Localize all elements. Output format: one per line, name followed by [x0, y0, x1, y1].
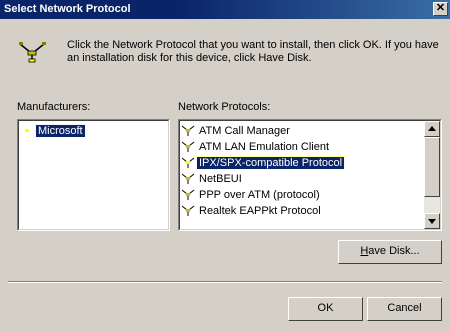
protocol-label: ATM Call Manager — [199, 125, 290, 137]
protocol-label: ATM LAN Emulation Client — [199, 141, 330, 153]
scroll-thumb[interactable] — [424, 137, 440, 197]
protocol-item[interactable]: ATM Call Manager — [182, 123, 292, 139]
protocol-item[interactable]: Realtek EAPPkt Protocol — [182, 203, 323, 219]
arrow-down-icon — [428, 219, 436, 224]
title-bar[interactable]: Select Network Protocol ✕ — [0, 0, 450, 19]
protocol-item[interactable]: ATM LAN Emulation Client — [182, 139, 331, 155]
manufacturers-listbox[interactable]: Microsoft — [17, 119, 170, 231]
instruction-text: Click the Network Protocol that you want… — [67, 39, 439, 64]
protocol-label: NetBEUI — [199, 173, 242, 185]
protocols-scrollbar[interactable] — [424, 121, 440, 229]
manufacturer-item-microsoft[interactable]: Microsoft — [21, 123, 86, 139]
protocol-item[interactable]: NetBEUI — [182, 171, 244, 187]
close-button[interactable]: ✕ — [433, 2, 448, 16]
have-disk-button[interactable]: Have Disk... — [338, 240, 442, 264]
protocol-label: Realtek EAPPkt Protocol — [199, 205, 321, 217]
network-protocols-label: Network Protocols: — [178, 101, 271, 113]
protocol-item[interactable]: PPP over ATM (protocol) — [182, 187, 322, 203]
protocol-icon — [182, 189, 195, 201]
protocol-icon — [182, 205, 195, 217]
window-title: Select Network Protocol — [4, 3, 131, 15]
network-protocols-listbox[interactable]: ATM Call Manager ATM LAN Emulation Clien… — [178, 119, 442, 231]
protocol-item-selected[interactable]: IPX/SPX-compatible Protocol — [182, 155, 346, 171]
ok-button[interactable]: OK — [288, 297, 363, 321]
protocol-icon — [182, 157, 195, 169]
cancel-button[interactable]: Cancel — [367, 297, 442, 321]
have-disk-label: ave Disk... — [368, 245, 420, 257]
manufacturers-label: Manufacturers: — [17, 101, 91, 113]
separator — [8, 281, 442, 283]
arrow-up-icon — [428, 126, 436, 131]
manufacturer-label: Microsoft — [35, 124, 86, 138]
protocol-icon — [182, 125, 195, 137]
network-protocol-icon — [19, 42, 46, 63]
protocol-label: IPX/SPX-compatible Protocol — [195, 156, 346, 170]
protocol-icon — [21, 125, 34, 137]
protocol-icon — [182, 141, 195, 153]
protocol-icon — [182, 173, 195, 185]
protocol-label: PPP over ATM (protocol) — [199, 189, 320, 201]
scroll-up-button[interactable] — [424, 121, 440, 137]
scroll-down-button[interactable] — [424, 213, 440, 229]
close-icon: ✕ — [435, 2, 446, 14]
select-network-protocol-dialog: Select Network Protocol ✕ Click the Netw… — [0, 0, 450, 332]
